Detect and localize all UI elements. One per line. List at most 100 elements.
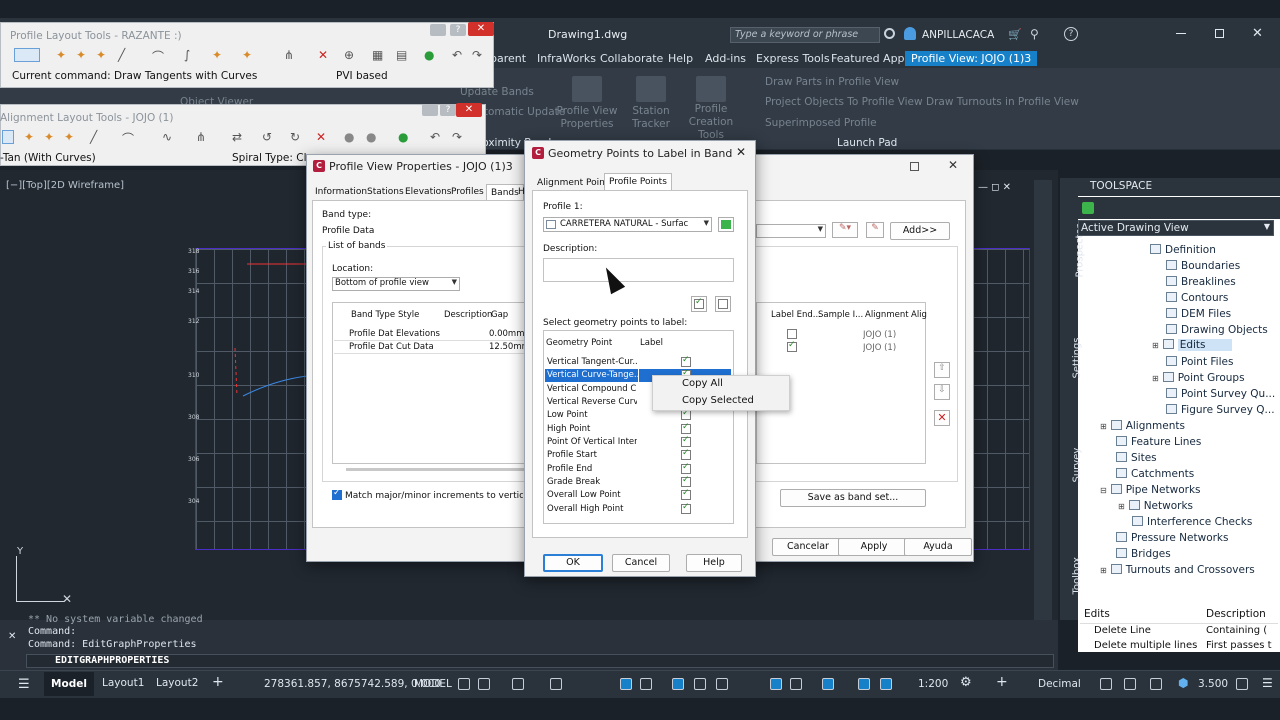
pi-delete-icon[interactable]: ✦ xyxy=(44,130,54,144)
expand-icon[interactable]: ⊞ xyxy=(1100,422,1107,431)
profile-view-properties-button[interactable]: Profile View Properties xyxy=(556,105,618,131)
bands-grid[interactable] xyxy=(332,302,526,464)
col-label[interactable]: Label xyxy=(640,338,663,348)
label-checkbox[interactable] xyxy=(681,502,691,514)
label-checkbox[interactable] xyxy=(681,408,691,420)
add-icon[interactable]: + xyxy=(996,674,1008,690)
edit-geometry-icon[interactable]: ↺ xyxy=(262,130,272,144)
draw-fixed-tangent-icon[interactable]: ╱ xyxy=(118,48,125,62)
list-item[interactable]: Vertical Tangent-Cur... xyxy=(545,355,733,369)
delete-entity-icon[interactable]: ✕ xyxy=(318,48,328,62)
user-account-icon[interactable]: ⚲ xyxy=(1030,27,1039,41)
design-check-icon[interactable]: ● xyxy=(398,130,408,144)
superimposed-profile-button[interactable]: Superimposed Profile xyxy=(765,117,877,129)
close-icon[interactable]: ✕ xyxy=(456,103,482,117)
tab-help[interactable]: Help xyxy=(668,52,693,65)
tree-item-interference-checks[interactable]: Interference Checks xyxy=(1132,516,1252,528)
search-icon[interactable] xyxy=(884,28,895,39)
status-menu-icon[interactable]: ☰ xyxy=(1262,676,1273,690)
band-style-dropdown[interactable]: ▼ xyxy=(756,224,826,238)
maximize-window-icon[interactable] xyxy=(1215,29,1224,38)
redo-icon[interactable]: ↷ xyxy=(452,130,462,144)
tree-item-edits[interactable]: ⊞ Edits xyxy=(1152,339,1232,351)
list-item[interactable]: Overall Low Point xyxy=(545,488,733,502)
tree-item-alignments[interactable]: ⊞ Alignments xyxy=(1100,420,1185,432)
clear-all-button[interactable] xyxy=(715,296,731,312)
tree-item-figure-survey-queries[interactable]: Figure Survey Q... xyxy=(1166,404,1275,416)
curve-tool-icon[interactable]: ⌒ xyxy=(122,130,134,147)
clean-screen-icon[interactable] xyxy=(1150,678,1162,690)
launch-pad-panel-label[interactable]: Launch Pad xyxy=(837,137,897,149)
convert-tool-icon[interactable]: ⋔ xyxy=(196,130,206,144)
pi-insert-icon[interactable]: ✦ xyxy=(24,130,34,144)
expand-icon[interactable]: ⊞ xyxy=(1152,341,1159,350)
cancel-button[interactable]: Cancel xyxy=(612,554,670,572)
draw-curve-icon[interactable]: ⌒ xyxy=(152,48,164,65)
close-command-icon[interactable]: ✕ xyxy=(8,631,16,642)
list-item[interactable]: Profile End xyxy=(545,462,733,476)
list-item[interactable]: High Point xyxy=(545,422,733,436)
help-icon[interactable]: ? xyxy=(1064,27,1078,41)
command-input[interactable]: EDITGRAPHPROPERTIES xyxy=(26,654,1054,668)
tangent-tool-icon[interactable] xyxy=(2,130,14,144)
pvi-edit-icon[interactable]: ✦ xyxy=(242,48,252,62)
label-checkbox[interactable] xyxy=(681,422,691,434)
close-window-icon[interactable]: ✕ xyxy=(1252,26,1263,41)
delete-sub-entity-icon[interactable]: ↻ xyxy=(290,130,300,144)
station-tracker-button[interactable]: Station Tracker xyxy=(628,105,674,131)
close-icon[interactable]: ✕ xyxy=(468,22,494,36)
table-row[interactable]: Profile Data Cut Data 12.50mm xyxy=(334,341,526,354)
expand-icon[interactable]: ⊞ xyxy=(1152,374,1159,383)
tree-item-contours[interactable]: Contours xyxy=(1166,292,1228,304)
draw-parts-button[interactable]: Draw Parts in Profile View xyxy=(765,76,899,88)
auto-scale-icon[interactable] xyxy=(880,678,892,690)
tab-collaborate[interactable]: Collaborate xyxy=(600,52,663,65)
col-gap[interactable]: Gap xyxy=(491,310,508,320)
band-type-dropdown[interactable]: Profile Data xyxy=(322,226,528,236)
label-end-checkbox[interactable] xyxy=(787,340,797,352)
edits-row[interactable]: Delete Line Containing ( xyxy=(1080,623,1278,637)
pvp-apply-button[interactable]: Apply xyxy=(838,538,910,556)
tree-item-pipe-networks[interactable]: ⊟ Pipe Networks xyxy=(1100,484,1201,496)
pick-style-icon[interactable]: ✎ xyxy=(866,222,884,238)
move-down-icon[interactable]: ⇩ xyxy=(934,384,950,400)
label-checkbox[interactable] xyxy=(681,448,691,460)
tab-add-ins[interactable]: Add-ins xyxy=(705,52,746,65)
minimize-window-icon[interactable] xyxy=(1176,33,1186,34)
tab-information[interactable]: Information xyxy=(315,187,367,197)
tree-item-pressure-networks[interactable]: Pressure Networks xyxy=(1116,532,1228,544)
pick-profile-icon[interactable] xyxy=(718,217,734,232)
remove-icon[interactable]: ✕ xyxy=(316,130,326,144)
col-style[interactable]: Style xyxy=(398,310,419,320)
tree-item-breaklines[interactable]: Breaklines xyxy=(1166,276,1236,288)
collapse-icon[interactable]: ⊟ xyxy=(1100,486,1107,495)
delete-band-icon[interactable]: ✕ xyxy=(934,410,950,426)
annotation-scale[interactable]: 1:200 xyxy=(918,678,948,690)
tab-profile-points[interactable]: Profile Points xyxy=(604,173,672,191)
layout-menu-icon[interactable]: ☰ xyxy=(18,677,30,692)
description-column-header[interactable]: Description xyxy=(1206,608,1266,620)
draw-tangents-icon[interactable] xyxy=(14,48,40,62)
grid-view-icon[interactable]: ● xyxy=(366,130,376,144)
edits-row[interactable]: Delete multiple lines First passes t xyxy=(1080,639,1278,651)
list-item[interactable]: Grade Break xyxy=(545,475,733,489)
osnap-icon[interactable] xyxy=(620,678,632,690)
menu-item-copy-selected[interactable]: Copy Selected xyxy=(682,395,754,406)
ortho-icon[interactable] xyxy=(512,678,524,690)
tree-item-feature-lines[interactable]: Feature Lines xyxy=(1116,436,1201,448)
spiral-tool-icon[interactable]: ∿ xyxy=(162,130,172,144)
label-checkbox[interactable] xyxy=(681,488,691,500)
user-icon[interactable] xyxy=(904,27,916,40)
pvp-cancel-button[interactable]: Cancelar xyxy=(772,538,844,556)
toolbar-settings-icon[interactable] xyxy=(430,24,446,36)
tab-alignment-points[interactable]: Alignment Points xyxy=(537,178,613,188)
col-band-type[interactable]: Band Type xyxy=(351,310,395,320)
tree-item-drawing-objects[interactable]: Drawing Objects xyxy=(1166,324,1268,336)
lineweight-icon[interactable] xyxy=(672,678,684,690)
tree-item-dem-files[interactable]: DEM Files xyxy=(1166,308,1231,320)
tree-item-bridges[interactable]: Bridges xyxy=(1116,548,1171,560)
selection-cycling-icon[interactable] xyxy=(716,678,728,690)
units-dropdown[interactable]: Decimal xyxy=(1038,678,1081,690)
redo-icon[interactable]: ↷ xyxy=(472,48,482,62)
toolspace-view-dropdown[interactable]: Active Drawing View ▼ xyxy=(1078,220,1274,236)
